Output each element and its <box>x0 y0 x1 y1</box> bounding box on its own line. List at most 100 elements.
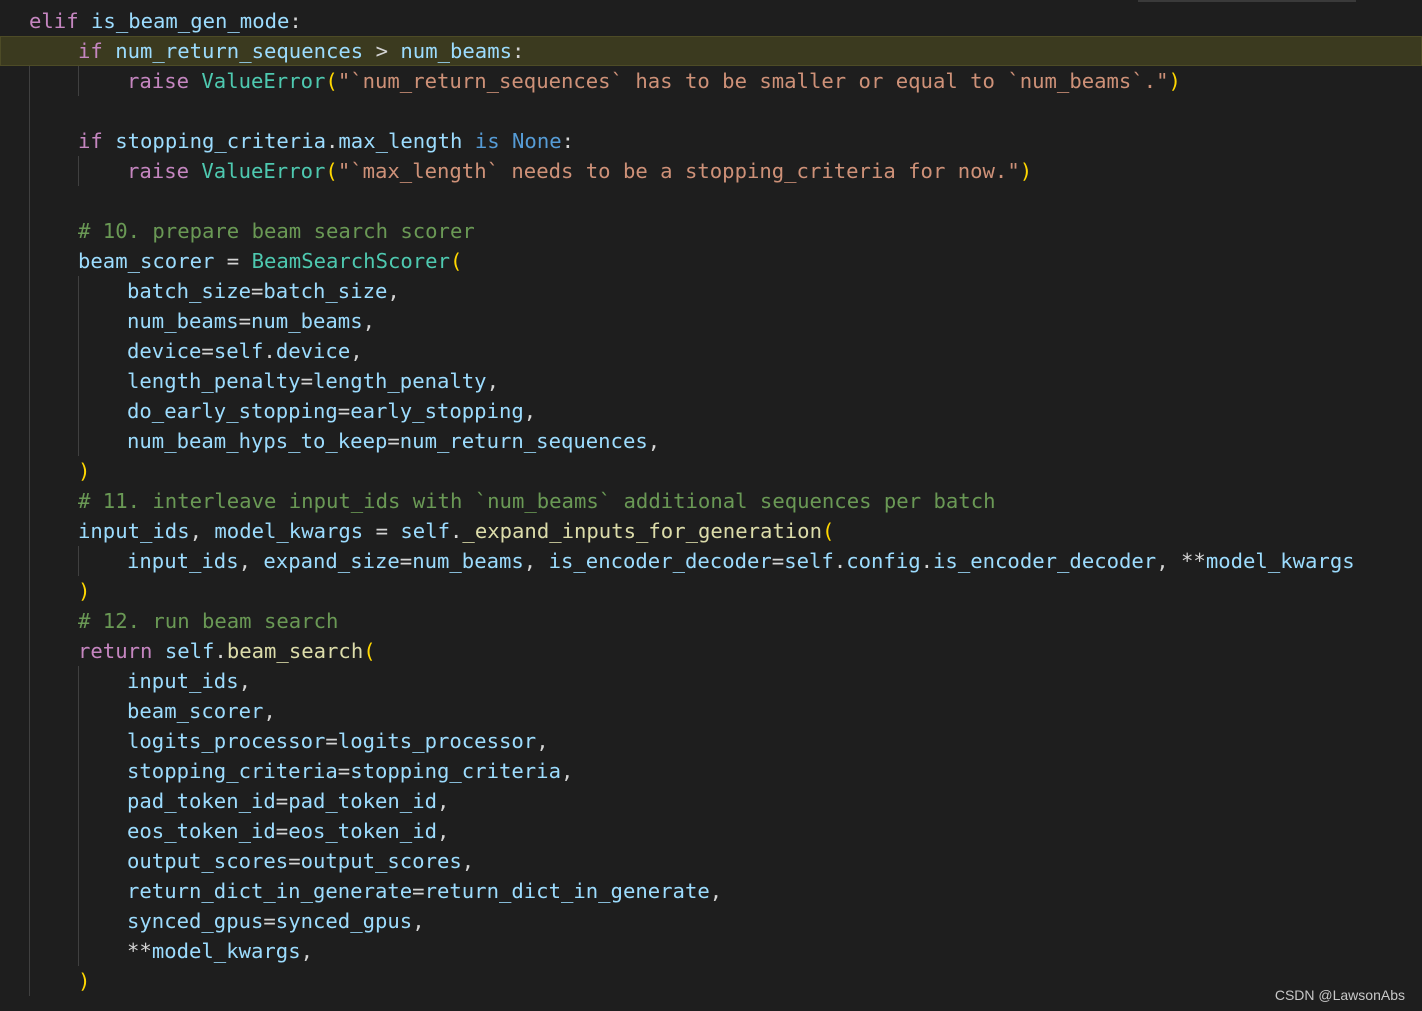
code-token-plain: , <box>461 849 475 873</box>
code-text: do_early_stopping=early_stopping, <box>127 396 536 426</box>
code-token-plain: , ** <box>1156 549 1206 573</box>
code-token-variable: stopping_criteria <box>115 129 326 153</box>
code-line[interactable] <box>0 96 1422 126</box>
code-line[interactable]: # 11. interleave input_ids with `num_bea… <box>0 486 1422 516</box>
code-token-variable: input_ids <box>127 549 239 573</box>
code-line[interactable]: batch_size=batch_size, <box>0 276 1422 306</box>
code-text: # 10. prepare beam search scorer <box>78 216 475 246</box>
code-line[interactable]: num_beam_hyps_to_keep=num_return_sequenc… <box>0 426 1422 456</box>
code-token-plain: , <box>263 699 276 723</box>
code-line[interactable]: beam_scorer, <box>0 696 1422 726</box>
code-text: elif is_beam_gen_mode: <box>29 6 302 36</box>
code-line[interactable]: raise ValueError("`max_length` needs to … <box>0 156 1422 186</box>
code-token-variable: input_ids <box>127 669 239 693</box>
code-token-variable: pad_token_id <box>288 789 437 813</box>
code-token-variable: eos_token_id <box>288 819 437 843</box>
code-text: device=self.device, <box>127 336 363 366</box>
code-token-variable: num_beams <box>412 549 524 573</box>
code-line[interactable]: input_ids, model_kwargs = self._expand_i… <box>0 516 1422 546</box>
code-text: length_penalty=length_penalty, <box>127 366 499 396</box>
code-token-keyword-control: raise <box>127 69 189 93</box>
code-token-plain: , <box>189 519 215 543</box>
code-token-variable: num_beams <box>400 39 512 63</box>
code-line[interactable]: output_scores=output_scores, <box>0 846 1422 876</box>
code-text: logits_processor=logits_processor, <box>127 726 549 756</box>
code-token-bracket: ( <box>449 249 463 273</box>
code-lines[interactable]: elif is_beam_gen_mode: if num_return_sequ… <box>0 6 1422 996</box>
code-token-variable: length_penalty <box>313 369 487 393</box>
code-text: return_dict_in_generate=return_dict_in_g… <box>127 876 722 906</box>
code-token-variable: num_beams <box>251 309 363 333</box>
code-token-plain: , <box>536 729 549 753</box>
code-token-variable: self <box>164 639 215 663</box>
code-line[interactable]: **model_kwargs, <box>0 936 1422 966</box>
code-token-plain: . <box>214 639 227 663</box>
code-line[interactable]: synced_gpus=synced_gpus, <box>0 906 1422 936</box>
code-token-plain: , <box>350 339 363 363</box>
scrollbar-hint[interactable] <box>1138 0 1356 2</box>
code-line[interactable]: # 10. prepare beam search scorer <box>0 216 1422 246</box>
code-line[interactable]: ) <box>0 456 1422 486</box>
code-token-variable: pad_token_id <box>127 789 276 813</box>
code-line[interactable]: beam_scorer = BeamSearchScorer( <box>0 246 1422 276</box>
code-token-keyword: None <box>512 129 562 153</box>
code-token-plain: = <box>399 549 413 573</box>
code-text: beam_scorer = BeamSearchScorer( <box>78 246 462 276</box>
code-token-plain: = <box>387 429 400 453</box>
code-token-plain: , <box>437 789 450 813</box>
code-line[interactable]: length_penalty=length_penalty, <box>0 366 1422 396</box>
code-text: batch_size=batch_size, <box>127 276 400 306</box>
code-token-plain: , <box>362 309 375 333</box>
code-token-plain: , <box>560 759 574 783</box>
code-line[interactable]: do_early_stopping=early_stopping, <box>0 396 1422 426</box>
code-text: return self.beam_search( <box>78 636 376 666</box>
code-line[interactable]: return_dict_in_generate=return_dict_in_g… <box>0 876 1422 906</box>
code-token-variable: expand_size <box>263 549 400 573</box>
code-token-plain: , <box>387 279 400 303</box>
code-token-plain: = <box>771 549 785 573</box>
code-token-plain: = <box>325 729 338 753</box>
code-line[interactable]: elif is_beam_gen_mode: <box>0 6 1422 36</box>
code-text: eos_token_id=eos_token_id, <box>127 816 449 846</box>
code-token-plain: : <box>289 9 302 33</box>
code-text: num_beam_hyps_to_keep=num_return_sequenc… <box>127 426 660 456</box>
code-token-plain: = <box>201 339 214 363</box>
code-token-bracket: ( <box>363 639 376 663</box>
code-line[interactable]: raise ValueError("`num_return_sequences`… <box>0 66 1422 96</box>
code-token-plain: = <box>300 369 313 393</box>
code-line[interactable]: # 12. run beam search <box>0 606 1422 636</box>
code-line[interactable]: ) <box>0 576 1422 606</box>
code-line[interactable]: logits_processor=logits_processor, <box>0 726 1422 756</box>
code-token-keyword: is <box>474 129 500 153</box>
code-token-plain: , <box>523 549 549 573</box>
code-line[interactable]: eos_token_id=eos_token_id, <box>0 816 1422 846</box>
code-line-current[interactable]: if num_return_sequences > num_beams: <box>0 36 1422 66</box>
code-line[interactable]: ) <box>0 966 1422 996</box>
code-token-plain: , <box>412 909 425 933</box>
code-line[interactable]: device=self.device, <box>0 336 1422 366</box>
code-token-variable: num_beam_hyps_to_keep <box>127 429 388 453</box>
code-token-keyword-control: if <box>78 39 103 63</box>
code-token-variable: self <box>784 549 834 573</box>
code-token-class: ValueError <box>201 69 326 93</box>
watermark: CSDN @LawsonAbs <box>1274 987 1405 1003</box>
code-token-plain: . <box>920 549 934 573</box>
code-line[interactable]: return self.beam_search( <box>0 636 1422 666</box>
code-token-plain: = <box>275 789 289 813</box>
code-token-comment: # 11. interleave input_ids with `num_bea… <box>78 489 996 513</box>
code-text: **model_kwargs, <box>127 936 313 966</box>
code-line[interactable] <box>0 186 1422 216</box>
code-line[interactable]: num_beams=num_beams, <box>0 306 1422 336</box>
code-editor[interactable]: elif is_beam_gen_mode: if num_return_sequ… <box>0 0 1422 1011</box>
code-line[interactable]: stopping_criteria=stopping_criteria, <box>0 756 1422 786</box>
code-line[interactable]: input_ids, <box>0 666 1422 696</box>
code-line[interactable]: pad_token_id=pad_token_id, <box>0 786 1422 816</box>
code-token-variable: device <box>275 339 351 363</box>
code-line[interactable]: input_ids, expand_size=num_beams, is_enc… <box>0 546 1422 576</box>
code-line[interactable]: if stopping_criteria.max_length is None: <box>0 126 1422 156</box>
code-token-plain: = <box>412 879 425 903</box>
code-token-variable: is_beam_gen_mode <box>91 9 290 33</box>
